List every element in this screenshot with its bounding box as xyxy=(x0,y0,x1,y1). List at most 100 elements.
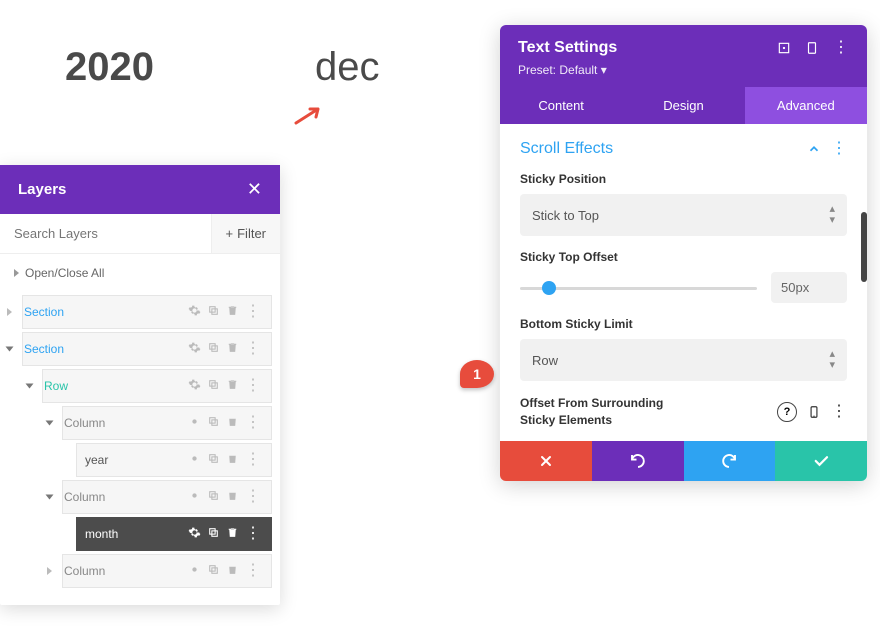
select-caret-icon: ▴▾ xyxy=(829,349,835,371)
layer-tools: ⋮ xyxy=(188,563,271,579)
layer-module-month[interactable]: month ⋮ xyxy=(76,517,272,551)
help-icon[interactable]: ? xyxy=(777,402,797,422)
field-sticky-top-offset: Sticky Top Offset 50px xyxy=(500,240,867,307)
duplicate-icon[interactable] xyxy=(207,415,220,431)
gear-icon[interactable] xyxy=(188,415,201,431)
preset-dropdown[interactable]: Preset: Default ▾ xyxy=(518,63,849,77)
chevron-right-icon[interactable] xyxy=(7,308,12,316)
settings-header: Text Settings ⋮ Preset: Default ▾ xyxy=(500,25,867,87)
redo-button[interactable] xyxy=(684,441,776,481)
layer-section[interactable]: Section ⋮ xyxy=(22,295,272,329)
gear-icon[interactable] xyxy=(188,489,201,505)
trash-icon[interactable] xyxy=(226,563,239,579)
field-label: Offset From Surrounding Sticky Elements xyxy=(520,395,700,429)
field-sticky-position: Sticky Position Stick to Top ▴▾ xyxy=(500,162,867,240)
layers-search-row: + Filter xyxy=(0,214,280,254)
layer-row[interactable]: Row ⋮ xyxy=(42,369,272,403)
more-icon[interactable]: ⋮ xyxy=(831,404,847,420)
trash-icon[interactable] xyxy=(226,341,239,357)
settings-body: Scroll Effects ⋮ Sticky Position Stick t… xyxy=(500,124,867,481)
plus-icon: + xyxy=(226,226,234,241)
phone-icon[interactable] xyxy=(807,403,821,421)
duplicate-icon[interactable] xyxy=(207,489,220,505)
close-icon[interactable]: ✕ xyxy=(247,179,262,200)
layer-column[interactable]: Column ⋮ xyxy=(62,406,272,440)
undo-button[interactable] xyxy=(592,441,684,481)
more-icon[interactable]: ⋮ xyxy=(245,526,261,542)
settings-tabs: Content Design Advanced xyxy=(500,87,867,124)
offset-slider[interactable] xyxy=(520,278,757,298)
gear-icon[interactable] xyxy=(188,526,201,542)
layer-tools: ⋮ xyxy=(188,378,271,394)
select-caret-icon: ▴▾ xyxy=(829,204,835,226)
filter-label: Filter xyxy=(237,226,266,241)
scrollbar-thumb[interactable] xyxy=(861,212,867,282)
open-close-all[interactable]: Open/Close All xyxy=(0,254,280,292)
duplicate-icon[interactable] xyxy=(207,563,220,579)
chevron-down-icon[interactable] xyxy=(46,421,54,426)
more-icon[interactable]: ⋮ xyxy=(245,563,261,579)
chevron-down-icon[interactable] xyxy=(6,347,14,352)
layer-tools: ⋮ xyxy=(188,304,271,320)
field-label: Bottom Sticky Limit xyxy=(520,317,847,331)
offset-value-input[interactable]: 50px xyxy=(771,272,847,303)
duplicate-icon[interactable] xyxy=(207,452,220,468)
gear-icon[interactable] xyxy=(188,452,201,468)
trash-icon[interactable] xyxy=(226,378,239,394)
layer-column[interactable]: Column ⋮ xyxy=(62,480,272,514)
layer-tools: ⋮ xyxy=(188,341,271,357)
sticky-position-select[interactable]: Stick to Top ▴▾ xyxy=(520,194,847,236)
layer-label: Row xyxy=(36,379,188,393)
more-icon[interactable]: ⋮ xyxy=(245,489,261,505)
tab-content[interactable]: Content xyxy=(500,87,622,124)
select-value: Stick to Top xyxy=(532,208,599,223)
trash-icon[interactable] xyxy=(226,452,239,468)
tab-advanced[interactable]: Advanced xyxy=(745,87,867,124)
more-icon[interactable]: ⋮ xyxy=(245,415,261,431)
duplicate-icon[interactable] xyxy=(207,378,220,394)
chevron-down-icon[interactable] xyxy=(46,495,54,500)
tab-design[interactable]: Design xyxy=(622,87,744,124)
collapse-icon[interactable] xyxy=(807,142,821,156)
chevron-down-icon[interactable] xyxy=(26,384,34,389)
layer-section[interactable]: Section ⋮ xyxy=(22,332,272,366)
gear-icon[interactable] xyxy=(188,341,201,357)
trash-icon[interactable] xyxy=(226,415,239,431)
triangle-icon xyxy=(14,269,19,277)
gear-icon[interactable] xyxy=(188,563,201,579)
duplicate-icon[interactable] xyxy=(207,341,220,357)
expand-icon[interactable] xyxy=(777,41,791,55)
cancel-button[interactable] xyxy=(500,441,592,481)
slider-thumb[interactable] xyxy=(542,281,556,295)
search-input[interactable] xyxy=(0,214,211,253)
more-icon[interactable]: ⋮ xyxy=(833,40,849,56)
bottom-limit-select[interactable]: Row ▴▾ xyxy=(520,339,847,381)
layers-header: Layers ✕ xyxy=(0,165,280,214)
layer-module-year[interactable]: year ⋮ xyxy=(76,443,272,477)
layer-column[interactable]: Column ⋮ xyxy=(62,554,272,588)
more-icon[interactable]: ⋮ xyxy=(245,452,261,468)
settings-title: Text Settings xyxy=(518,39,617,57)
trash-icon[interactable] xyxy=(226,526,239,542)
gear-icon[interactable] xyxy=(188,304,201,320)
open-close-label: Open/Close All xyxy=(25,266,104,280)
chevron-right-icon[interactable] xyxy=(47,567,52,575)
filter-button[interactable]: + Filter xyxy=(211,214,280,253)
more-icon[interactable]: ⋮ xyxy=(245,304,261,320)
layer-label: Column xyxy=(56,564,188,578)
trash-icon[interactable] xyxy=(226,489,239,505)
duplicate-icon[interactable] xyxy=(207,526,220,542)
more-icon[interactable]: ⋮ xyxy=(831,141,847,157)
gear-icon[interactable] xyxy=(188,378,201,394)
trash-icon[interactable] xyxy=(226,304,239,320)
save-button[interactable] xyxy=(775,441,867,481)
duplicate-icon[interactable] xyxy=(207,304,220,320)
section-header[interactable]: Scroll Effects ⋮ xyxy=(500,124,867,162)
annotation-arrow-icon xyxy=(294,105,322,125)
layer-label: Column xyxy=(56,416,188,430)
more-icon[interactable]: ⋮ xyxy=(245,341,261,357)
layer-tools: ⋮ xyxy=(188,452,271,468)
layer-tools: ⋮ xyxy=(188,415,271,431)
more-icon[interactable]: ⋮ xyxy=(245,378,261,394)
tablet-icon[interactable] xyxy=(805,41,819,55)
